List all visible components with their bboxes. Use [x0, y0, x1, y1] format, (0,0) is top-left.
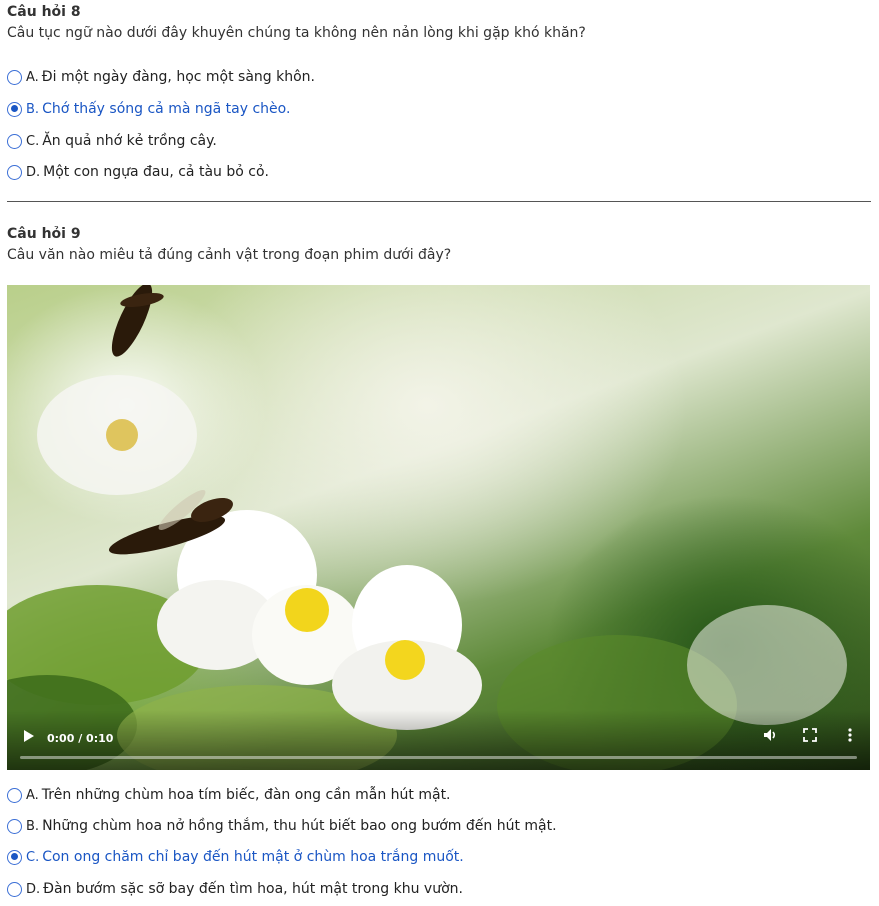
option-text: Những chùm hoa nở hồng thắm, thu hút biế…: [42, 818, 557, 834]
question-9: Câu hỏi 9 Câu văn nào miêu tả đúng cảnh …: [7, 226, 871, 263]
q8-option-a[interactable]: A. Đi một ngày đàng, học một sàng khôn.: [7, 66, 315, 88]
divider: [7, 201, 871, 202]
play-icon[interactable]: [23, 729, 35, 746]
radio-icon[interactable]: [7, 69, 22, 85]
radio-checked-icon[interactable]: [7, 101, 22, 117]
option-letter: C.: [26, 849, 40, 865]
volume-icon[interactable]: [762, 727, 778, 746]
option-text: Đi một ngày đàng, học một sàng khôn.: [41, 69, 316, 85]
fullscreen-icon[interactable]: [803, 728, 817, 745]
option-letter: D.: [26, 881, 41, 897]
video-time: 0:00 / 0:10: [47, 732, 114, 745]
video-player[interactable]: 0:00 / 0:10: [7, 285, 870, 770]
question-9-title: Câu hỏi 9: [7, 226, 81, 242]
q9-option-d[interactable]: D. Đàn bướm sặc sỡ bay đến tìm hoa, hút …: [7, 878, 463, 900]
video-frame: [7, 285, 847, 770]
option-letter: B.: [26, 101, 40, 117]
option-letter: D.: [26, 164, 41, 180]
option-text: Con ong chăm chỉ bay đến hút mật ở chùm …: [42, 849, 464, 865]
radio-icon[interactable]: [7, 164, 22, 180]
option-text: Trên những chùm hoa tím biếc, đàn ong cầ…: [41, 787, 451, 803]
option-letter: A.: [26, 787, 39, 803]
more-vert-icon[interactable]: [847, 727, 853, 746]
question-9-text: Câu văn nào miêu tả đúng cảnh vật trong …: [7, 247, 452, 263]
q9-option-a[interactable]: A. Trên những chùm hoa tím biếc, đàn ong…: [7, 784, 451, 806]
option-text: Ăn quả nhớ kẻ trồng cây.: [42, 133, 217, 149]
option-letter: B.: [26, 818, 40, 834]
radio-icon[interactable]: [7, 818, 22, 834]
q8-option-b[interactable]: B. Chớ thấy sóng cả mà ngã tay chèo.: [7, 98, 290, 120]
option-text: Một con ngựa đau, cả tàu bỏ cỏ.: [43, 164, 269, 180]
radio-icon[interactable]: [7, 787, 22, 803]
option-text: Chớ thấy sóng cả mà ngã tay chèo.: [42, 101, 291, 117]
video-controls: 0:00 / 0:10: [7, 710, 870, 770]
question-8-text: Câu tục ngữ nào dưới đây khuyên chúng ta…: [7, 25, 586, 41]
question-8: Câu hỏi 8 Câu tục ngữ nào dưới đây khuyê…: [7, 4, 871, 41]
q9-option-c[interactable]: C. Con ong chăm chỉ bay đến hút mật ở ch…: [7, 846, 464, 868]
option-text: Đàn bướm sặc sỡ bay đến tìm hoa, hút mật…: [43, 881, 463, 897]
q9-option-b[interactable]: B. Những chùm hoa nở hồng thắm, thu hút …: [7, 815, 557, 837]
question-8-title: Câu hỏi 8: [7, 4, 81, 20]
video-progress-bar[interactable]: [20, 756, 857, 759]
radio-icon[interactable]: [7, 133, 22, 149]
option-letter: A.: [26, 69, 39, 85]
q8-option-d[interactable]: D. Một con ngựa đau, cả tàu bỏ cỏ.: [7, 161, 269, 183]
radio-icon[interactable]: [7, 881, 22, 897]
option-letter: C.: [26, 133, 40, 149]
q8-option-c[interactable]: C. Ăn quả nhớ kẻ trồng cây.: [7, 130, 217, 152]
radio-checked-icon[interactable]: [7, 849, 22, 865]
